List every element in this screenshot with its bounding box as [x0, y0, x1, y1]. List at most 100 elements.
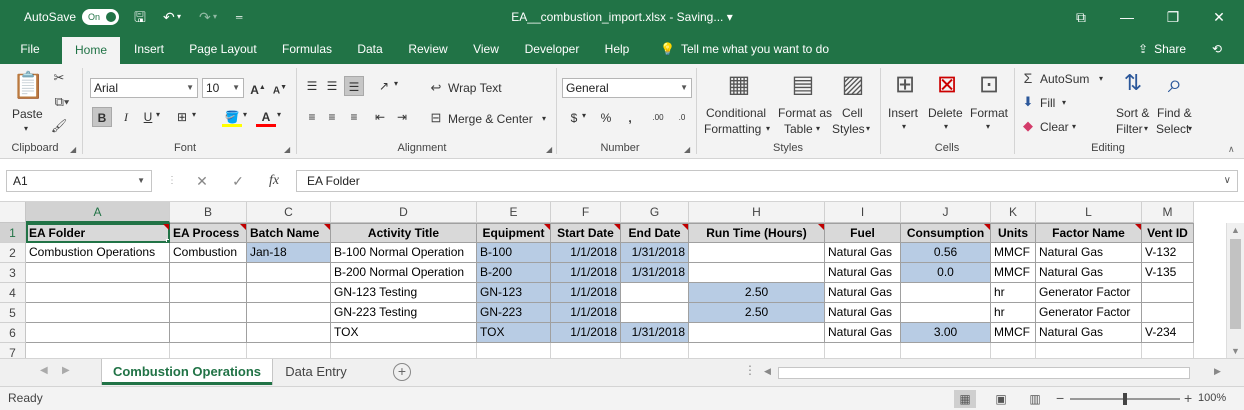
delete-dropdown-icon[interactable]: ▾: [944, 122, 948, 131]
cut-icon[interactable]: ✂: [50, 70, 68, 86]
horizontal-scroll-thumb[interactable]: [778, 367, 1190, 379]
cell-l1[interactable]: Factor Name: [1036, 223, 1142, 243]
cell-b1[interactable]: EA Process: [170, 223, 247, 243]
borders-icon[interactable]: ⊞: [172, 107, 192, 127]
cell-e1[interactable]: Equipment: [477, 223, 551, 243]
row-header-2[interactable]: 2: [0, 243, 26, 263]
align-top-icon[interactable]: ☰: [302, 76, 322, 96]
name-box[interactable]: A1 ▼: [6, 170, 152, 192]
conditional-formatting-icon[interactable]: ▦: [722, 70, 756, 99]
font-color-dropdown-icon[interactable]: ▾: [277, 110, 281, 119]
column-header-d[interactable]: D: [331, 202, 477, 223]
restore-button[interactable]: ❐: [1150, 0, 1196, 34]
sort-filter-icon[interactable]: ⇅: [1118, 70, 1148, 96]
format-dropdown-icon[interactable]: ▾: [986, 122, 990, 131]
font-name-combo[interactable]: Arial ▼: [90, 78, 198, 98]
cell-i6[interactable]: Natural Gas: [825, 323, 901, 343]
cell-d1[interactable]: Activity Title: [331, 223, 477, 243]
find-select-label-1[interactable]: Find &: [1157, 106, 1192, 120]
column-header-g[interactable]: G: [621, 202, 689, 223]
merge-dropdown-icon[interactable]: ▾: [542, 114, 546, 123]
decrease-font-icon[interactable]: A▼: [270, 78, 290, 98]
cell-k4[interactable]: hr: [991, 283, 1036, 303]
font-launcher-icon[interactable]: ◢: [284, 145, 290, 154]
cell-i4[interactable]: Natural Gas: [825, 283, 901, 303]
cell-k6[interactable]: MMCF: [991, 323, 1036, 343]
undo-icon[interactable]: ↶: [163, 9, 175, 25]
cell-f2[interactable]: 1/1/2018: [551, 243, 621, 263]
cell-l3[interactable]: Natural Gas: [1036, 263, 1142, 283]
cell-m6[interactable]: V-234: [1142, 323, 1194, 343]
merge-center-button[interactable]: Merge & Center: [448, 112, 533, 126]
cell-f6[interactable]: 1/1/2018: [551, 323, 621, 343]
cell-d2[interactable]: B-100 Normal Operation: [331, 243, 477, 263]
column-header-l[interactable]: L: [1036, 202, 1142, 223]
autosave-toggle[interactable]: On: [82, 9, 119, 25]
decrease-indent-icon[interactable]: ⇤: [370, 107, 390, 127]
tab-developer[interactable]: Developer: [518, 34, 586, 64]
insert-cells-icon[interactable]: ⊞: [890, 70, 920, 99]
close-button[interactable]: ✕: [1196, 0, 1242, 34]
customize-qat-icon[interactable]: ═: [236, 9, 242, 25]
select-all-corner[interactable]: [0, 202, 26, 223]
cell-k1[interactable]: Units: [991, 223, 1036, 243]
page-break-view-icon[interactable]: ▥: [1024, 390, 1046, 408]
cell-m4[interactable]: [1142, 283, 1194, 303]
cell-a5[interactable]: [26, 303, 170, 323]
borders-dropdown-icon[interactable]: ▾: [192, 110, 196, 119]
format-painter-icon[interactable]: 🖌: [50, 118, 68, 134]
cell-e5[interactable]: GN-223: [477, 303, 551, 323]
cell-g2[interactable]: 1/31/2018: [621, 243, 689, 263]
bold-button[interactable]: B: [92, 107, 112, 127]
cell-e4[interactable]: GN-123: [477, 283, 551, 303]
cell-b5[interactable]: [170, 303, 247, 323]
column-header-b[interactable]: B: [170, 202, 247, 223]
cell-c1[interactable]: Batch Name: [247, 223, 331, 243]
column-header-c[interactable]: C: [247, 202, 331, 223]
cell-i2[interactable]: Natural Gas: [825, 243, 901, 263]
cell-m2[interactable]: V-132: [1142, 243, 1194, 263]
row-header-5[interactable]: 5: [0, 303, 26, 323]
cell-styles-dropdown-icon[interactable]: ▾: [866, 124, 870, 133]
cell-b4[interactable]: [170, 283, 247, 303]
comma-icon[interactable]: ,: [620, 108, 640, 128]
redo-dropdown-icon[interactable]: ▾: [213, 9, 217, 25]
fill-icon[interactable]: ⬇: [1020, 94, 1036, 110]
column-header-m[interactable]: M: [1142, 202, 1194, 223]
column-header-j[interactable]: J: [901, 202, 991, 223]
worksheet-grid[interactable]: ABCDEFGHIJKLM 1 EA Folder EA Process Batch …: [0, 202, 1244, 363]
zoom-out-icon[interactable]: −: [1056, 387, 1064, 410]
font-color-icon[interactable]: A: [256, 107, 276, 127]
autosum-icon[interactable]: Σ: [1020, 70, 1036, 86]
fill-button[interactable]: Fill: [1040, 96, 1055, 110]
tab-home[interactable]: Home: [62, 37, 120, 64]
align-left-icon[interactable]: ≡: [302, 107, 322, 127]
sort-dropdown-icon[interactable]: ▾: [1144, 124, 1148, 133]
cell-a1[interactable]: EA Folder: [26, 223, 170, 243]
autosum-button[interactable]: AutoSum: [1040, 72, 1089, 86]
cell-m5[interactable]: [1142, 303, 1194, 323]
cell-l6[interactable]: Natural Gas: [1036, 323, 1142, 343]
tab-view[interactable]: View: [464, 34, 508, 64]
vertical-scroll-thumb[interactable]: [1230, 239, 1241, 329]
cell-g6[interactable]: 1/31/2018: [621, 323, 689, 343]
scroll-up-icon[interactable]: ▲: [1227, 225, 1244, 235]
cell-j2[interactable]: 0.56: [901, 243, 991, 263]
row-header-1[interactable]: 1: [0, 223, 26, 243]
cell-k5[interactable]: hr: [991, 303, 1036, 323]
fill-color-dropdown-icon[interactable]: ▾: [243, 110, 247, 119]
normal-view-icon[interactable]: ▦: [954, 390, 976, 408]
paste-dropdown-icon[interactable]: ▾: [24, 124, 28, 133]
sheet-next-icon[interactable]: ▶: [62, 365, 70, 376]
cell-h1[interactable]: Run Time (Hours): [689, 223, 825, 243]
conditional-formatting-label-1[interactable]: Conditional: [706, 106, 766, 120]
history-icon[interactable]: ⟲: [1212, 34, 1222, 64]
cell-h5[interactable]: 2.50: [689, 303, 825, 323]
format-as-table-label-2[interactable]: Table: [784, 122, 813, 136]
clear-button[interactable]: Clear: [1040, 120, 1069, 134]
align-center-icon[interactable]: ≡: [322, 107, 342, 127]
zoom-in-icon[interactable]: +: [1184, 387, 1192, 410]
number-format-combo[interactable]: General ▼: [562, 78, 692, 98]
cell-e3[interactable]: B-200: [477, 263, 551, 283]
format-cells-button[interactable]: Format: [970, 106, 1008, 120]
